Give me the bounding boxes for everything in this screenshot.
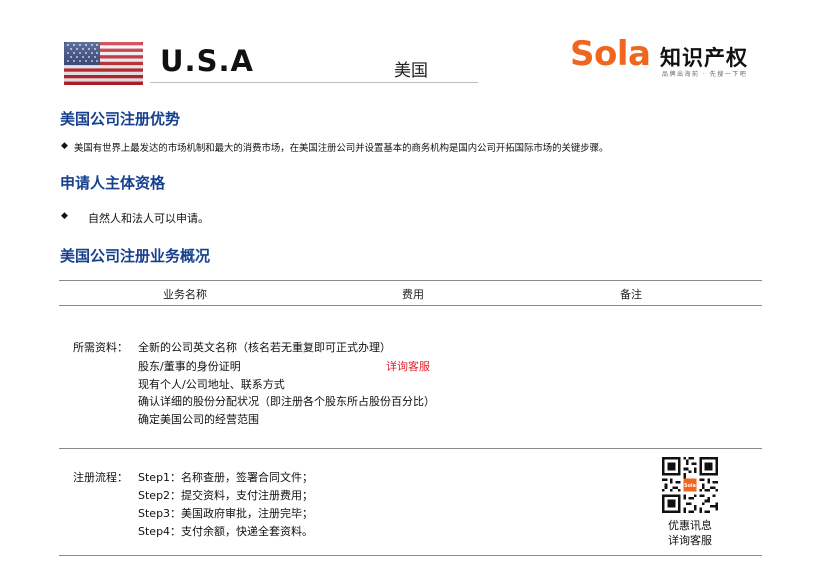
usa-flag-icon [64,42,143,85]
qr-code-icon[interactable]: Sola [662,457,718,513]
process-label: 注册流程： [73,471,128,484]
diamond-bullet-icon: ◆ [61,211,68,221]
fee-consult-text: 详询客服 [386,360,430,373]
brand-logo: Sola 知识产权 品牌出海前 · 先搜一下吧 [570,34,770,80]
diamond-bullet-icon: ◆ [61,141,68,151]
overview-title: 美国公司注册业务概况 [60,247,211,265]
materials-label: 所需资料： [73,341,128,354]
country-code: U.S.A [160,44,254,78]
eligibility-text: 自然人和法人可以申请。 [88,212,209,225]
list-item: 现有个人/公司地址、联系方式 [138,378,285,391]
advantages-title: 美国公司注册优势 [60,110,181,128]
logo-wordmark: Sola [570,34,651,74]
header-fee: 费用 [402,288,424,301]
table-top-rule [59,280,762,281]
logo-tagline: 品牌出海前 · 先搜一下吧 [662,71,748,78]
table-mid-rule [59,448,762,449]
header-remarks: 备注 [620,288,642,301]
qr-caption-consult: 详询客服 [668,534,712,547]
logo-chinese: 知识产权 [660,46,748,70]
advantages-text: 美国有世界上最发达的市场机制和最大的消费市场，在美国注册公司并设置基本的商务机构… [74,143,609,154]
header-divider [150,82,478,83]
qr-caption-promo: 优惠讯息 [668,519,712,532]
country-name: 美国 [394,61,428,81]
qr-badge-text: Sola [684,483,696,489]
list-item: 确定美国公司的经营范围 [138,413,259,426]
list-item: Step2：提交资料，支付注册费用； [138,489,314,502]
header-business-name: 业务名称 [163,288,207,301]
table-header-rule [59,305,762,306]
list-item: Step4：支付余额，快递全套资料。 [138,525,314,538]
list-item: 全新的公司英文名称（核名若无重复即可正式办理） [138,341,391,354]
list-item: 确认详细的股份分配状况（即注册各个股东所占股份百分比） [138,395,435,408]
table-bottom-rule [59,555,762,556]
list-item: 股东/董事的身份证明 [138,360,241,373]
eligibility-title: 申请人主体资格 [60,174,166,192]
list-item: Step1：名称查册，签署合同文件； [138,471,314,484]
list-item: Step3：美国政府审批，注册完毕； [138,507,314,520]
